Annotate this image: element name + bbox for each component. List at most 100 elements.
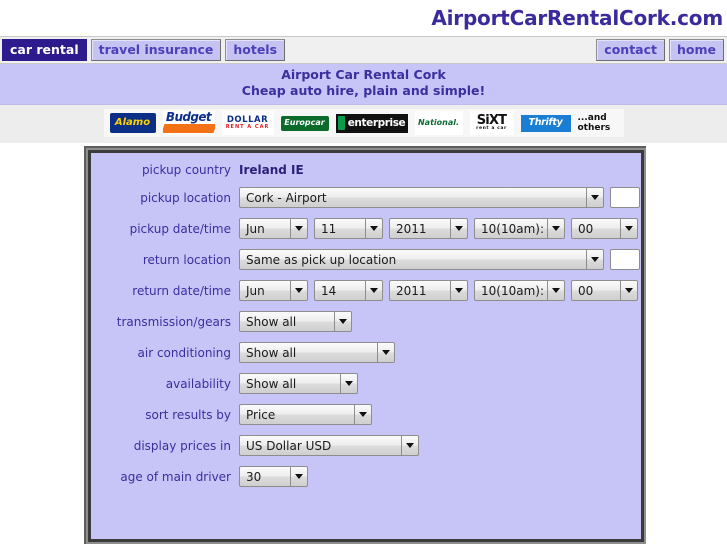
- select-air-conditioning-value: Show all: [239, 342, 378, 363]
- select-pickup-location-value: Cork - Airport: [239, 187, 587, 208]
- national-logo: National.: [414, 111, 463, 135]
- select-availability-value: Show all: [239, 373, 341, 394]
- label-driver-age: age of main driver: [120, 469, 231, 484]
- select-return-location[interactable]: Same as pick up location: [239, 249, 604, 270]
- select-driver-age[interactable]: 30: [239, 466, 308, 487]
- select-return-day[interactable]: 14: [314, 280, 383, 301]
- tagline-banner: Airport Car Rental Cork Cheap auto hire,…: [0, 64, 727, 105]
- select-return-year[interactable]: 2011: [389, 280, 468, 301]
- select-pickup-year-value: 2011: [389, 218, 451, 239]
- select-return-hour-value: 10(10am):: [474, 280, 548, 301]
- select-pickup-day-value: 11: [314, 218, 366, 239]
- brand-logo-strip: Alamo Budget DOLLAR RENT A CAR Europcar …: [103, 109, 624, 137]
- chevron-down-icon[interactable]: [341, 373, 358, 394]
- row-return-datetime: return date/time Jun 14 2011 10(10am): 0…: [91, 280, 641, 301]
- select-transmission-value: Show all: [239, 311, 335, 332]
- row-driver-age: age of main driver 30: [91, 466, 641, 487]
- select-display-prices-value: US Dollar USD: [239, 435, 402, 456]
- select-air-conditioning[interactable]: Show all: [239, 342, 395, 363]
- dollar-logo-text: DOLLAR: [226, 114, 269, 125]
- chevron-down-icon[interactable]: [335, 311, 352, 332]
- tagline-line-1: Airport Car Rental Cork: [281, 67, 446, 82]
- chevron-down-icon[interactable]: [366, 218, 383, 239]
- select-return-year-value: 2011: [389, 280, 451, 301]
- chevron-down-icon[interactable]: [366, 280, 383, 301]
- select-pickup-month[interactable]: Jun: [239, 218, 308, 239]
- search-form-panel-frame: pickup country Ireland IE pickup locatio…: [84, 146, 646, 544]
- row-pickup-location: pickup location Cork - Airport: [91, 187, 641, 208]
- sixt-logo: SiXT rent a car: [469, 111, 514, 135]
- budget-logo-bar: [162, 124, 215, 133]
- enterprise-logo: enterprise: [335, 113, 408, 133]
- alamo-logo: Alamo: [109, 113, 156, 133]
- select-return-location-value: Same as pick up location: [239, 249, 587, 270]
- select-pickup-day[interactable]: 11: [314, 218, 383, 239]
- select-pickup-hour-value: 10(10am):: [474, 218, 548, 239]
- nav-item-contact[interactable]: contact: [596, 39, 665, 61]
- select-driver-age-value: 30: [239, 466, 291, 487]
- row-air-conditioning: air conditioning Show all: [91, 342, 641, 363]
- row-pickup-datetime: pickup date/time Jun 11 2011 10(10am): 0…: [91, 218, 641, 239]
- chevron-down-icon[interactable]: [402, 435, 419, 456]
- chevron-down-icon[interactable]: [548, 218, 565, 239]
- select-return-month-value: Jun: [239, 280, 291, 301]
- dollar-logo: DOLLAR RENT A CAR: [221, 111, 274, 135]
- select-pickup-minute-value: 00: [571, 218, 621, 239]
- row-return-location: return location Same as pick up location: [91, 249, 641, 270]
- chevron-down-icon[interactable]: [451, 218, 468, 239]
- search-form-panel: pickup country Ireland IE pickup locatio…: [88, 150, 644, 542]
- chevron-down-icon[interactable]: [621, 218, 638, 239]
- label-sort-results: sort results by: [145, 407, 231, 422]
- brand-logo-strip-wrap: Alamo Budget DOLLAR RENT A CAR Europcar …: [0, 105, 727, 143]
- chevron-down-icon[interactable]: [355, 404, 372, 425]
- select-sort-results[interactable]: Price: [239, 404, 372, 425]
- label-availability: availability: [165, 376, 231, 391]
- label-return-datetime: return date/time: [132, 283, 231, 298]
- label-return-location: return location: [142, 252, 231, 267]
- select-availability[interactable]: Show all: [239, 373, 358, 394]
- select-return-minute-value: 00: [571, 280, 621, 301]
- row-transmission: transmission/gears Show all: [91, 311, 641, 332]
- label-pickup-datetime: pickup date/time: [129, 221, 231, 236]
- page-title: AirportCarRentalCork.com: [431, 6, 723, 30]
- chevron-down-icon[interactable]: [291, 280, 308, 301]
- nav-item-car-rental[interactable]: car rental: [2, 39, 87, 61]
- label-display-prices: display prices in: [133, 438, 231, 453]
- nav-item-hotels[interactable]: hotels: [225, 39, 286, 61]
- budget-logo: Budget: [162, 111, 215, 135]
- nav-group-left: car rental travel insurance hotels: [0, 39, 286, 61]
- row-pickup-country: pickup country Ireland IE: [91, 163, 641, 177]
- budget-logo-text: Budget: [165, 111, 212, 124]
- select-transmission[interactable]: Show all: [239, 311, 352, 332]
- select-pickup-month-value: Jun: [239, 218, 291, 239]
- europcar-logo: Europcar: [280, 115, 329, 131]
- chevron-down-icon[interactable]: [548, 280, 565, 301]
- chevron-down-icon[interactable]: [291, 218, 308, 239]
- select-pickup-minute[interactable]: 00: [571, 218, 638, 239]
- and-others-line-2: others: [577, 123, 611, 133]
- row-availability: availability Show all: [91, 373, 641, 394]
- nav-item-home[interactable]: home: [669, 39, 724, 61]
- select-return-month[interactable]: Jun: [239, 280, 308, 301]
- row-sort-results: sort results by Price: [91, 404, 641, 425]
- chevron-down-icon[interactable]: [621, 280, 638, 301]
- nav-item-travel-insurance[interactable]: travel insurance: [90, 39, 222, 61]
- sixt-logo-subtext: rent a car: [476, 126, 507, 132]
- main-navbar: car rental travel insurance hotels conta…: [0, 36, 727, 64]
- and-others-line-1: ...and: [577, 113, 607, 123]
- select-return-minute[interactable]: 00: [571, 280, 638, 301]
- row-display-prices: display prices in US Dollar USD: [91, 435, 641, 456]
- input-return-location-extra[interactable]: [610, 249, 640, 270]
- select-pickup-location[interactable]: Cork - Airport: [239, 187, 604, 208]
- input-pickup-location-extra[interactable]: [610, 187, 640, 208]
- chevron-down-icon[interactable]: [587, 187, 604, 208]
- select-pickup-year[interactable]: 2011: [389, 218, 468, 239]
- select-pickup-hour[interactable]: 10(10am):: [474, 218, 565, 239]
- chevron-down-icon[interactable]: [291, 466, 308, 487]
- dollar-logo-subtext: RENT A CAR: [225, 124, 270, 131]
- select-return-hour[interactable]: 10(10am):: [474, 280, 565, 301]
- select-display-prices[interactable]: US Dollar USD: [239, 435, 419, 456]
- chevron-down-icon[interactable]: [378, 342, 395, 363]
- chevron-down-icon[interactable]: [587, 249, 604, 270]
- chevron-down-icon[interactable]: [451, 280, 468, 301]
